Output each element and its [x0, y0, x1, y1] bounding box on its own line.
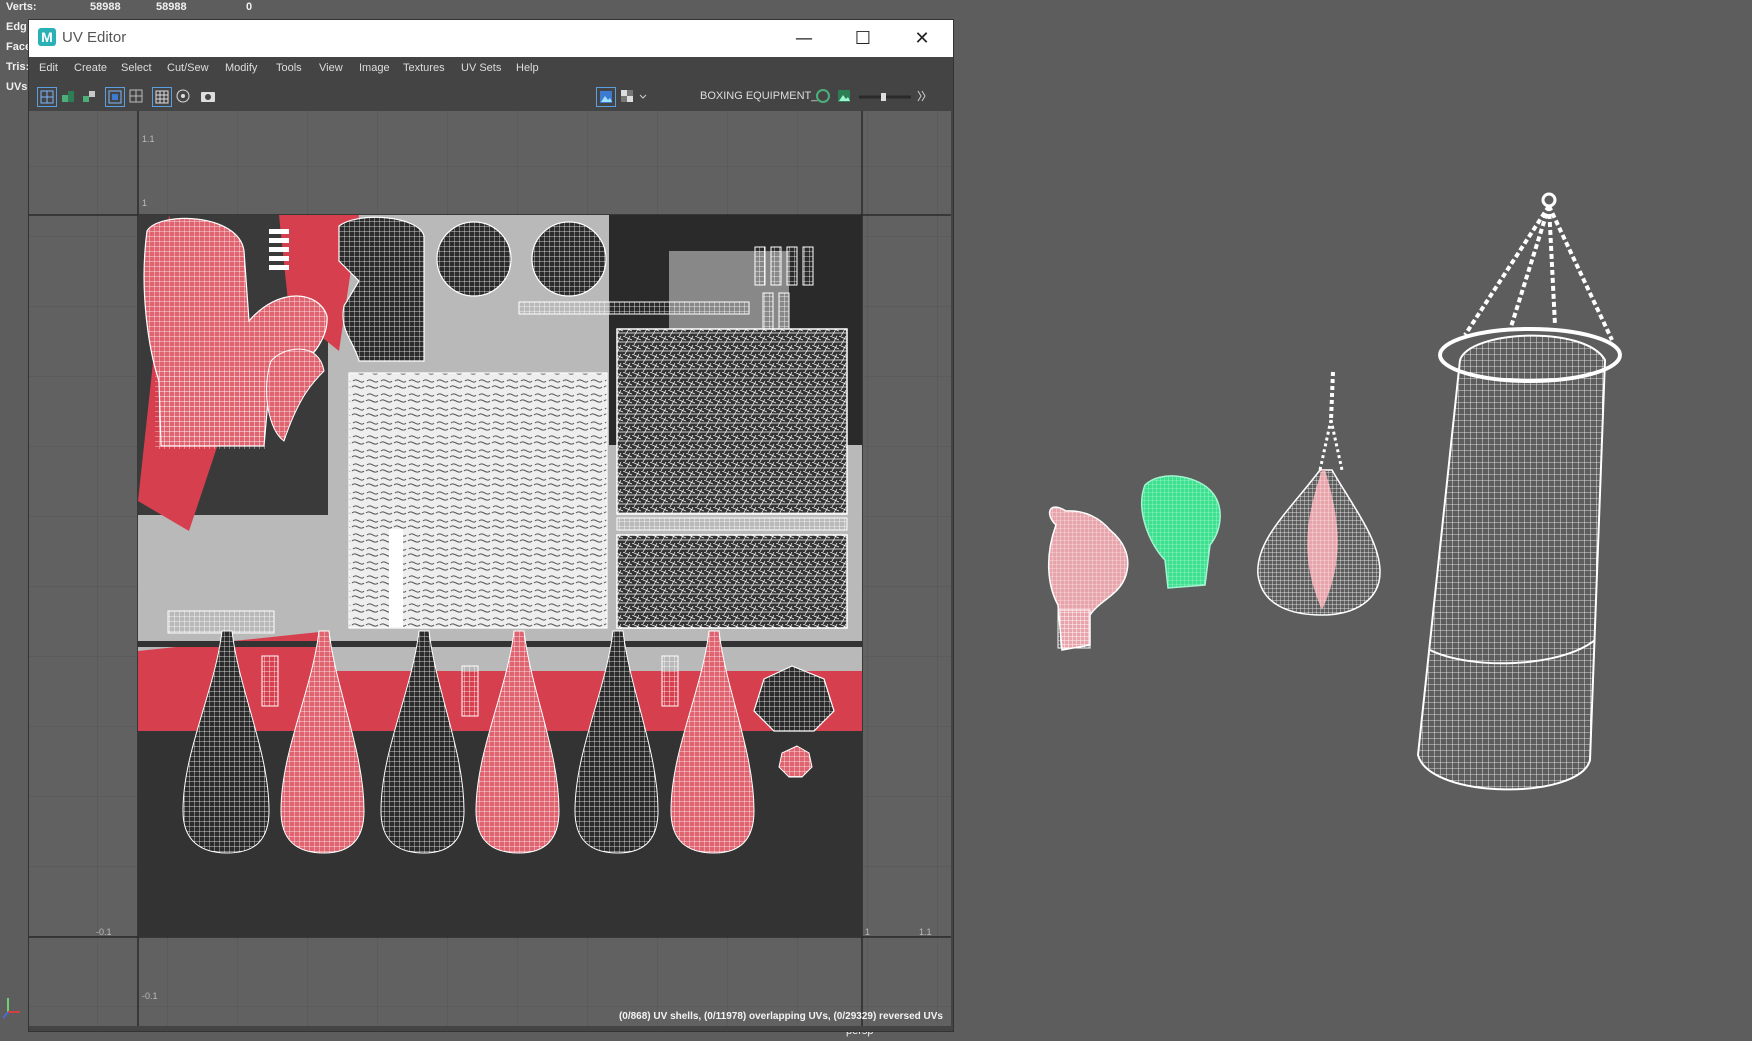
axis-label-right-one: 1: [865, 927, 871, 937]
display-image-icon[interactable]: [596, 87, 616, 107]
uv-shell-bag-logo-bar[interactable]: [389, 529, 403, 627]
toggle-grid-icon[interactable]: [152, 87, 172, 107]
uv-grid-icon[interactable]: [37, 87, 57, 107]
toolbar-overflow-icon[interactable]: [915, 87, 927, 105]
uv-status-line: (0/868) UV shells, (0/11978) overlapping…: [618, 1011, 943, 1022]
uv-shell-bag-body-lower[interactable]: [616, 534, 848, 629]
frame-selection-icon[interactable]: [105, 87, 125, 107]
axis-label-right-pos: 1.1: [919, 927, 932, 937]
uv-shell-bag-seam[interactable]: [616, 517, 848, 531]
uv-canvas[interactable]: 1.1 1 -0.1 1 1.1 -0.1 (0/868) UV shells,…: [29, 111, 951, 1026]
menu-textures[interactable]: Textures: [403, 62, 445, 74]
texture-refresh-icon[interactable]: [814, 87, 832, 105]
menu-modify[interactable]: Modify: [225, 62, 257, 74]
exposure-icon[interactable]: [835, 87, 853, 105]
exposure-slider[interactable]: [859, 93, 911, 101]
pixel-snap-icon[interactable]: [174, 87, 192, 105]
menu-create[interactable]: Create: [74, 62, 107, 74]
window-title: UV Editor: [62, 29, 127, 46]
uv-shell-rim[interactable]: [167, 610, 275, 634]
texture-name-label[interactable]: BOXING EQUIPMENT_: [700, 90, 817, 102]
menu-select[interactable]: Select: [121, 62, 152, 74]
uv-shell-band[interactable]: [518, 301, 750, 315]
speed-bag-model[interactable]: [1257, 371, 1381, 616]
boxing-glove-left-model[interactable]: [1048, 506, 1129, 651]
uv-shell-bag-body-upper[interactable]: [616, 328, 848, 515]
uv-toolbar: BOXING EQUIPMENT_: [29, 81, 953, 111]
uv-shell-icon[interactable]: [59, 87, 77, 105]
menu-uv-sets[interactable]: UV Sets: [461, 62, 501, 74]
menu-bar: Edit Create Select Cut/Sew Modify Tools …: [29, 57, 953, 81]
menu-cut-sew[interactable]: Cut/Sew: [167, 62, 209, 74]
minimize-button[interactable]: —: [775, 20, 833, 57]
uv-shell-disc-b[interactable]: [531, 221, 607, 297]
uv-layout-icon[interactable]: [80, 87, 98, 105]
axis-gizmo: [2, 998, 20, 1019]
uv-shell-bag-top[interactable]: [348, 372, 608, 629]
menu-edit[interactable]: Edit: [39, 62, 58, 74]
axis-label-top: 1.1: [142, 134, 155, 144]
maximize-button[interactable]: ☐: [834, 20, 892, 57]
maya-app-icon: M: [38, 28, 56, 46]
menu-help[interactable]: Help: [516, 62, 539, 74]
chevron-down-icon[interactable]: [638, 87, 648, 105]
uv-texture-space: [29, 111, 951, 1026]
punching-bag-model[interactable]: [1416, 192, 1622, 791]
menu-tools[interactable]: Tools: [276, 62, 302, 74]
close-button[interactable]: ✕: [893, 20, 951, 57]
uv-shell-disc-a[interactable]: [436, 221, 512, 297]
frame-all-icon[interactable]: [127, 87, 145, 105]
snapshot-camera-icon[interactable]: [199, 87, 217, 105]
title-bar[interactable]: M UV Editor — ☐ ✕: [29, 20, 953, 57]
boxing-glove-right-model-selected[interactable]: [1141, 475, 1221, 589]
axis-label-one: 1: [142, 198, 148, 208]
axis-label-bottom-neg: -0.1: [142, 991, 158, 1001]
uv-editor-window[interactable]: M UV Editor — ☐ ✕ Edit Create Select Cut…: [29, 20, 953, 1031]
menu-view[interactable]: View: [319, 62, 343, 74]
uv-shell-cuff[interactable]: [155, 369, 265, 449]
menu-image[interactable]: Image: [359, 62, 390, 74]
checker-icon[interactable]: [618, 87, 636, 105]
axis-label-left-neg: -0.1: [96, 927, 112, 937]
